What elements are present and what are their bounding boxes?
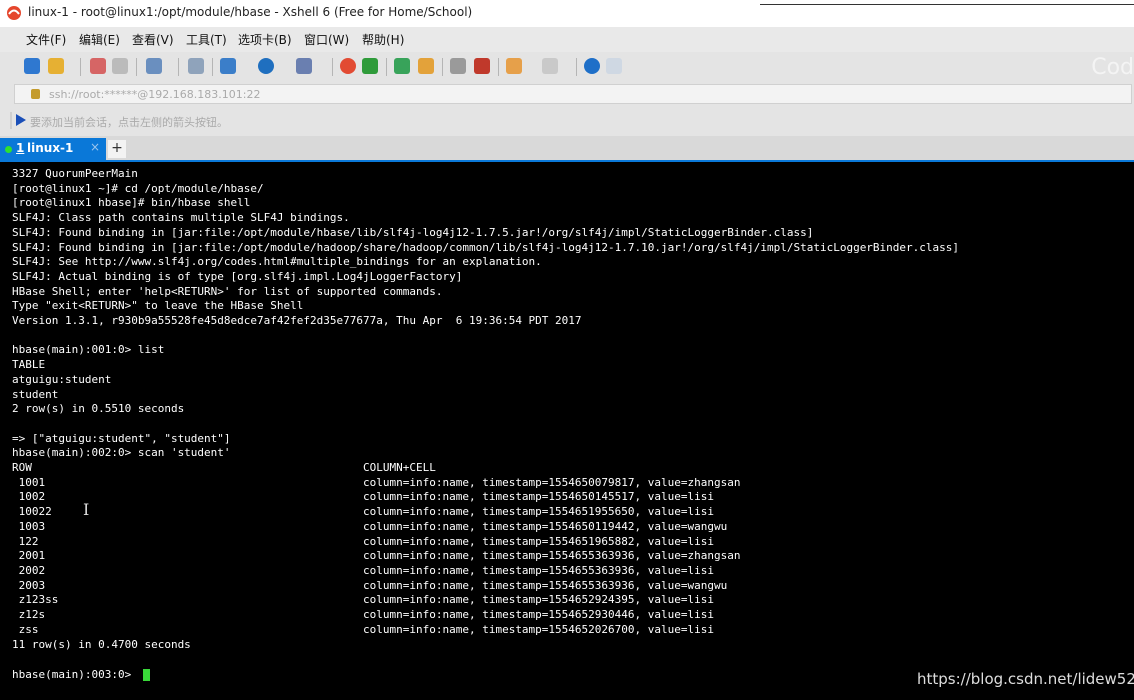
menu-tools[interactable]: 工具(T) [186, 31, 227, 48]
terminal-line: student [12, 387, 59, 401]
terminal-line: TABLE [12, 358, 46, 372]
terminal-line: => ["atguigu:student", "student"] [12, 431, 231, 445]
xshell-logo-icon [7, 6, 21, 20]
terminal-area[interactable]: 3327 QuorumPeerMain [root@linux1 ~]# cd … [0, 162, 1134, 700]
toolbar-separator [332, 58, 333, 76]
hint-divider [10, 112, 12, 129]
terminal-line: [root@linux1 ~]# cd /opt/module/hbase/ [12, 181, 264, 195]
new-session-icon[interactable] [24, 58, 40, 74]
transfer-icon[interactable] [220, 58, 236, 74]
terminal-line: 11 row(s) in 0.4700 seconds [12, 637, 191, 651]
toolbar-separator [136, 58, 137, 76]
chat-icon[interactable] [606, 58, 622, 74]
terminal-line: z12s column=info:name, timestamp=1554652… [12, 608, 714, 622]
toolbar-separator [576, 58, 577, 76]
terminal-line: 2 row(s) in 0.5510 seconds [12, 402, 185, 416]
menu-bar: 文件(F) 编辑(E) 查看(V) 工具(T) 选项卡(B) 窗口(W) 帮助(… [0, 27, 1134, 52]
layout-icon[interactable] [542, 58, 558, 74]
terminal-line: Version 1.3.1, r930b9a55528fe45d8edce7af… [12, 314, 582, 328]
terminal-output: 3327 QuorumPeerMain [root@linux1 ~]# cd … [12, 167, 959, 667]
arrow-flag-icon[interactable] [16, 114, 26, 126]
search-icon[interactable] [188, 58, 204, 74]
terminal-line: 1002 column=info:name, timestamp=1554650… [12, 490, 714, 504]
session-hint-bar: 要添加当前会话，点击左侧的箭头按钮。 [0, 106, 1134, 136]
lock-icon[interactable] [418, 58, 434, 74]
ibeam-cursor-icon: I [83, 500, 90, 519]
xftp-icon[interactable] [340, 58, 356, 74]
highlight-icon[interactable] [474, 58, 490, 74]
address-field[interactable]: ssh://root:******@192.168.183.101:22 [14, 84, 1132, 104]
reconnect-icon[interactable] [112, 58, 128, 74]
xmanager-icon[interactable] [362, 58, 378, 74]
terminal-line: ROW COLUMN+CELL [12, 461, 436, 475]
terminal-line: [root@linux1 hbase]# bin/hbase shell [12, 196, 251, 210]
font-icon[interactable] [296, 58, 312, 74]
menu-help[interactable]: 帮助(H) [362, 31, 404, 48]
terminal-line: z123ss column=info:name, timestamp=15546… [12, 593, 714, 607]
connected-status-icon [5, 146, 12, 153]
hint-text: 要添加当前会话，点击左侧的箭头按钮。 [30, 116, 228, 129]
menu-edit[interactable]: 编辑(E) [79, 31, 120, 48]
menu-tabs[interactable]: 选项卡(B) [238, 31, 292, 48]
watermark: https://blog.csdn.net/lidew521 [917, 670, 1134, 688]
tab-number: 1 [16, 141, 25, 155]
toolbar: Cod [0, 52, 1134, 82]
terminal-line: 3327 QuorumPeerMain [12, 167, 138, 180]
address-text: ssh://root:******@192.168.183.101:22 [49, 88, 261, 101]
terminal-line: SLF4J: Found binding in [jar:file:/opt/m… [12, 225, 814, 239]
title-divider [760, 4, 1134, 5]
fullscreen-icon[interactable] [394, 58, 410, 74]
properties-icon[interactable] [146, 58, 162, 74]
address-bar: ssh://root:******@192.168.183.101:22 [0, 82, 1134, 106]
script-icon[interactable] [506, 58, 522, 74]
terminal-line: hbase(main):001:0> list [12, 343, 165, 357]
terminal-line: 122 column=info:name, timestamp=15546519… [12, 534, 714, 548]
toolbar-separator [212, 58, 213, 76]
terminal-line: Type "exit<RETURN>" to leave the HBase S… [12, 299, 304, 313]
terminal-line: 2002 column=info:name, timestamp=1554655… [12, 563, 714, 577]
toolbar-separator [386, 58, 387, 76]
close-tab-icon[interactable]: × [90, 140, 100, 154]
lock-icon [31, 89, 40, 99]
tab-label: linux-1 [27, 141, 74, 155]
terminal-prompt: hbase(main):003:0> [12, 668, 138, 681]
terminal-line: atguigu:student [12, 372, 112, 386]
terminal-line: 2003 column=info:name, timestamp=1554655… [12, 578, 728, 592]
toolbar-separator [178, 58, 179, 76]
terminal-line: SLF4J: Class path contains multiple SLF4… [12, 211, 350, 225]
toolbar-separator [498, 58, 499, 76]
terminal-line: zss column=info:name, timestamp=15546520… [12, 622, 714, 636]
menu-view[interactable]: 查看(V) [132, 31, 174, 48]
terminal-line: 1001 column=info:name, timestamp=1554650… [12, 475, 741, 489]
terminal-line: SLF4J: See http://www.slf4j.org/codes.ht… [12, 255, 542, 269]
terminal-line: SLF4J: Found binding in [jar:file:/opt/m… [12, 240, 960, 254]
terminal-line: 2001 column=info:name, timestamp=1554655… [12, 549, 741, 563]
toolbar-separator [80, 58, 81, 76]
terminal-line: 1003 column=info:name, timestamp=1554650… [12, 519, 728, 533]
terminal-line: 10022 column=info:name, timestamp=155465… [12, 505, 714, 519]
menu-file[interactable]: 文件(F) [26, 31, 66, 48]
open-folder-icon[interactable] [48, 58, 64, 74]
tab-linux-1[interactable]: 1 linux-1 × [0, 138, 106, 160]
overlay-text: Cod [1091, 55, 1134, 80]
terminal-line: SLF4J: Actual binding is of type [org.sl… [12, 269, 463, 283]
tab-bar: 1 linux-1 × + [0, 136, 1134, 162]
disconnect-icon[interactable] [90, 58, 106, 74]
window-title: linux-1 - root@linux1:/opt/module/hbase … [28, 5, 473, 19]
new-tab-button[interactable]: + [108, 140, 126, 158]
title-bar: linux-1 - root@linux1:/opt/module/hbase … [0, 0, 1134, 27]
terminal-cursor [143, 669, 150, 681]
terminal-line: hbase(main):002:0> scan 'student' [12, 446, 231, 460]
keyboard-icon[interactable] [450, 58, 466, 74]
globe-icon[interactable] [258, 58, 274, 74]
toolbar-separator [442, 58, 443, 76]
help-icon[interactable] [584, 58, 600, 74]
terminal-line: HBase Shell; enter 'help<RETURN>' for li… [12, 284, 443, 298]
menu-window[interactable]: 窗口(W) [304, 31, 349, 48]
